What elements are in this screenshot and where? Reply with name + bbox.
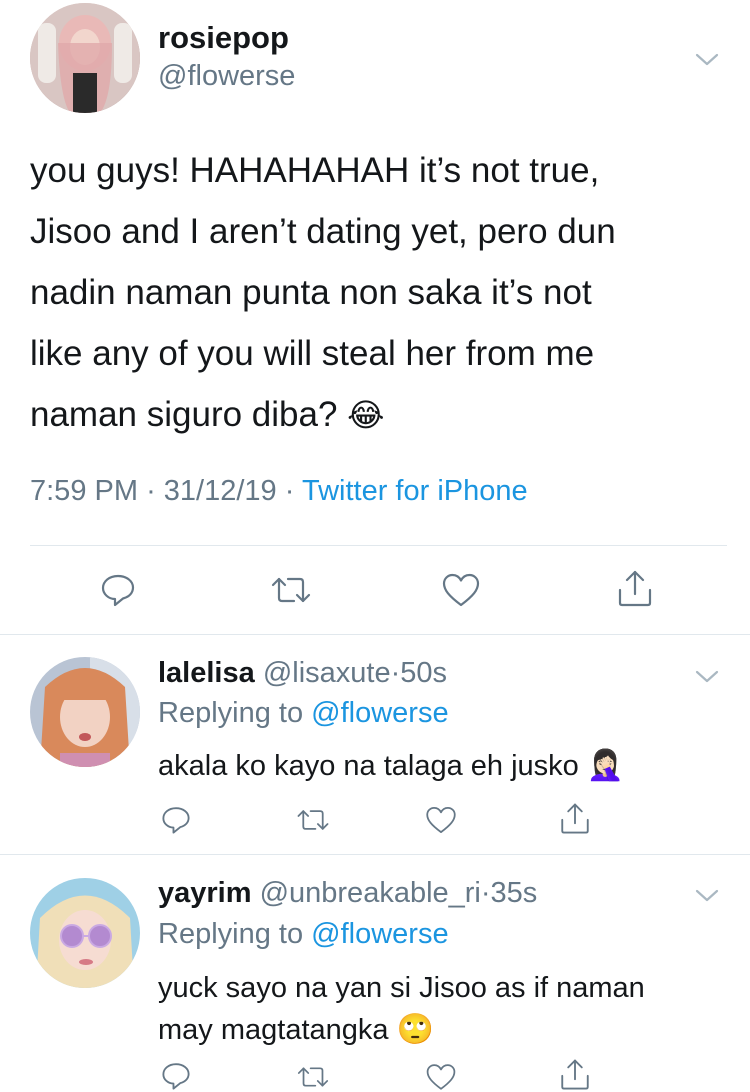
replying-to-link[interactable]: @flowerse xyxy=(311,918,448,950)
tweet-text-end: naman siguro diba? xyxy=(30,395,338,434)
reply-header: lalelisa @lisaxute·50s xyxy=(158,657,447,690)
reply-text-end: may magtatangka xyxy=(158,1014,389,1046)
chevron-down-icon[interactable] xyxy=(694,46,720,72)
meta-separator: · xyxy=(480,877,491,909)
handle[interactable]: @unbreakable_ri xyxy=(260,877,481,909)
reply-icon[interactable] xyxy=(160,1060,192,1092)
divider xyxy=(0,634,750,635)
avatar[interactable] xyxy=(30,657,140,767)
tweet-text-line: like any of you will steal her from me xyxy=(30,334,595,373)
reply-icon[interactable] xyxy=(99,571,137,609)
reply-icon[interactable] xyxy=(160,804,192,836)
handle[interactable]: @flowerse xyxy=(158,60,295,93)
replying-to: Replying to @flowerse xyxy=(158,918,449,951)
handle[interactable]: @lisaxute xyxy=(263,657,391,689)
retweet-icon[interactable] xyxy=(296,1062,330,1092)
reply-text-line: yuck sayo na yan si Jisoo as if naman xyxy=(158,972,645,1004)
display-name[interactable]: lalelisa xyxy=(158,657,255,689)
chevron-down-icon[interactable] xyxy=(694,663,720,689)
eye-roll-emoji-icon: 🙄 xyxy=(396,1013,434,1046)
replying-to-link[interactable]: @flowerse xyxy=(311,697,448,729)
retweet-icon[interactable] xyxy=(270,571,312,609)
tweet-text-line: Jisoo and I aren’t dating yet, pero dun xyxy=(30,212,616,251)
share-icon[interactable] xyxy=(558,1058,592,1092)
retweet-icon[interactable] xyxy=(296,804,330,836)
avatar[interactable] xyxy=(30,3,140,113)
facepalm-emoji-icon: 🤦🏻‍♀️ xyxy=(586,749,625,782)
tweet-date: 31/12/19 xyxy=(163,475,277,507)
reply-text: akala ko kayo na talaga eh jusko 🤦🏻‍♀️ xyxy=(158,748,624,783)
reply-text-content: akala ko kayo na talaga eh jusko xyxy=(158,750,579,782)
heart-icon[interactable] xyxy=(424,804,458,836)
chevron-down-icon[interactable] xyxy=(694,882,720,908)
tweet-text: you guys! HAHAHAHAH it’s not true, Jisoo… xyxy=(30,140,616,446)
meta-separator: · xyxy=(146,475,156,507)
display-name[interactable]: rosiepop xyxy=(158,20,289,56)
reply-age[interactable]: 35s xyxy=(491,877,538,909)
reply-age[interactable]: 50s xyxy=(400,657,447,689)
share-icon[interactable] xyxy=(558,802,592,836)
replying-to: Replying to @flowerse xyxy=(158,697,449,730)
tweet-time: 7:59 PM xyxy=(30,475,138,507)
tweet-text-line: you guys! HAHAHAHAH it’s not true, xyxy=(30,151,600,190)
avatar[interactable] xyxy=(30,878,140,988)
reply-text: yuck sayo na yan si Jisoo as if naman ma… xyxy=(158,968,645,1051)
tweet-meta: 7:59 PM · 31/12/19 · Twitter for iPhone xyxy=(30,475,528,508)
reply-text-line: may magtatangka 🙄 xyxy=(158,1009,645,1051)
heart-icon[interactable] xyxy=(424,1062,458,1092)
display-name[interactable]: yayrim xyxy=(158,877,252,909)
tweet-text-line: naman siguro diba? 😂 xyxy=(30,384,616,446)
replying-label: Replying to xyxy=(158,918,304,950)
heart-icon[interactable] xyxy=(440,571,482,609)
tweet-text-line: nadin naman punta non saka it’s not xyxy=(30,273,592,312)
divider xyxy=(30,545,727,546)
replying-label: Replying to xyxy=(158,697,304,729)
meta-separator: · xyxy=(390,657,401,689)
tweet-source-link[interactable]: Twitter for iPhone xyxy=(302,475,528,507)
reply-header: yayrim @unbreakable_ri·35s xyxy=(158,877,537,910)
laughing-emoji-icon: 😂 xyxy=(347,397,385,433)
meta-separator: · xyxy=(284,475,295,507)
share-icon[interactable] xyxy=(615,569,655,609)
divider xyxy=(0,854,750,855)
